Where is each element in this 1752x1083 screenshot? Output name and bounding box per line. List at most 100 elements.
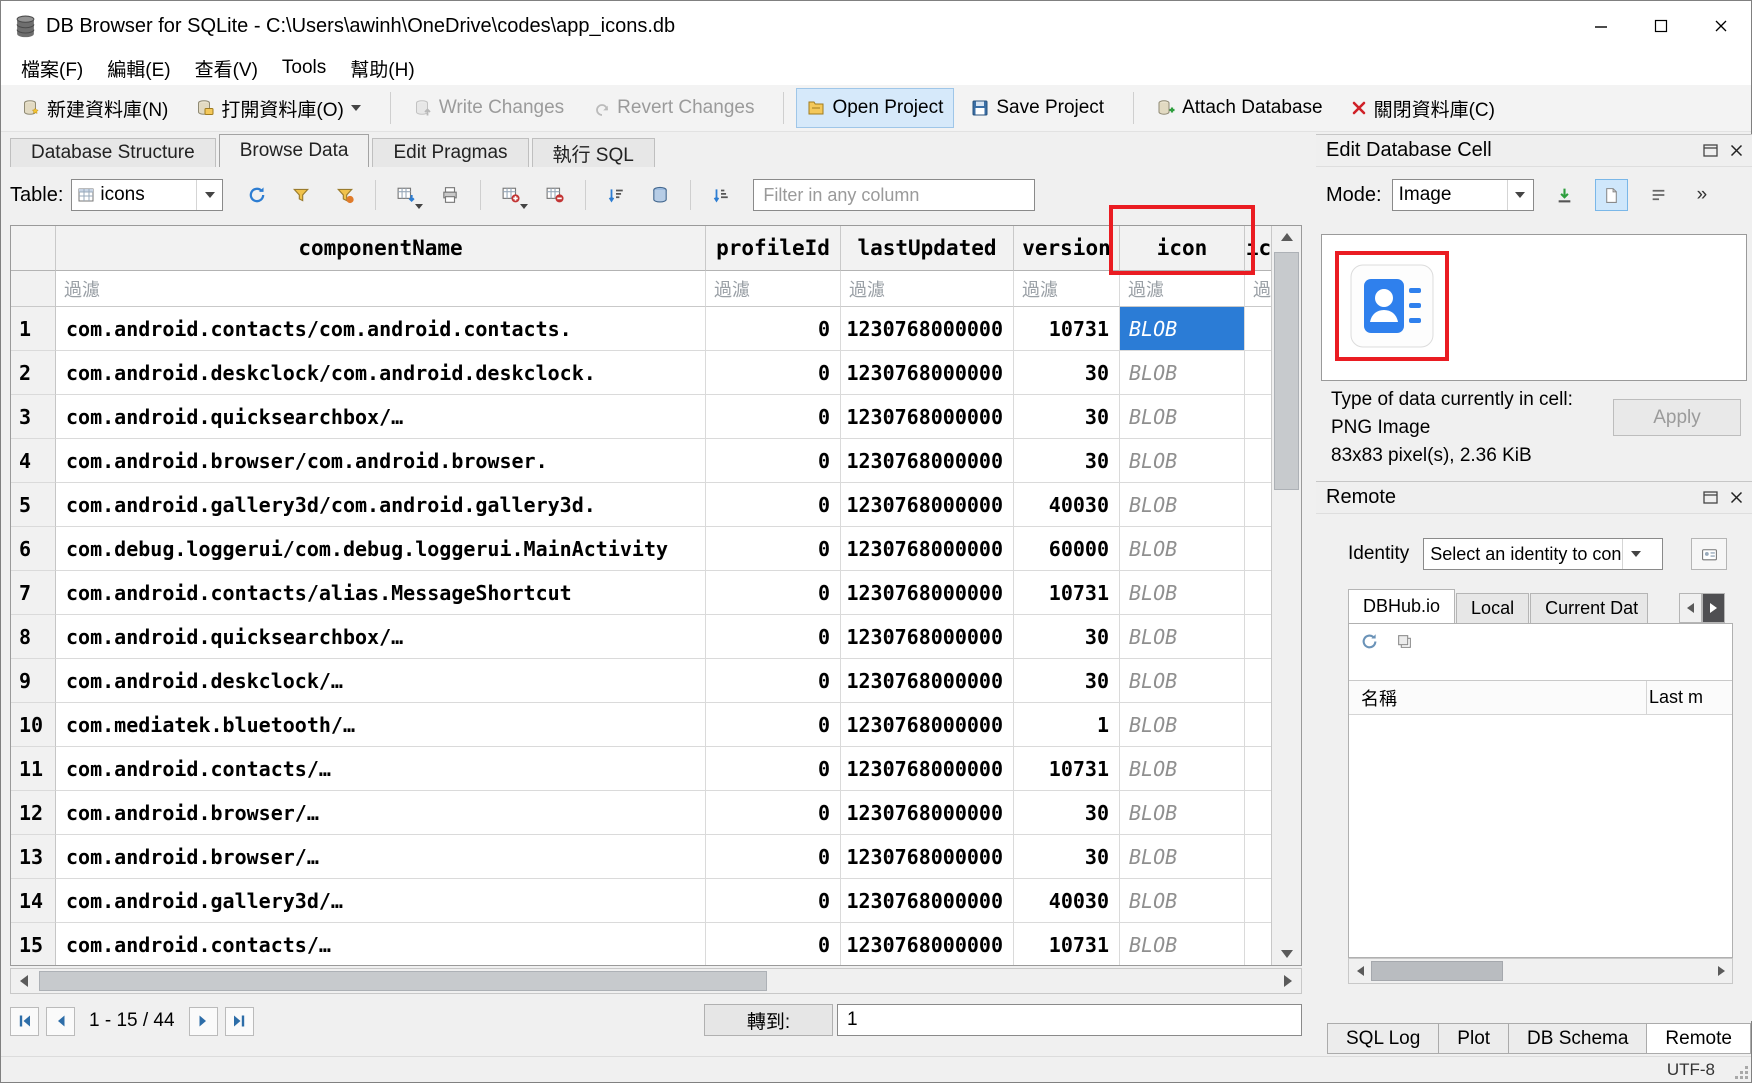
- sort-ascending-button[interactable]: [598, 178, 634, 212]
- remote-last-modified-column-header[interactable]: Last m: [1649, 687, 1732, 708]
- cell-version[interactable]: 10731: [1014, 923, 1120, 965]
- cell-version[interactable]: 10731: [1014, 747, 1120, 791]
- cell-icon[interactable]: BLOB: [1120, 307, 1245, 351]
- filter-any-column-input[interactable]: [753, 179, 1035, 211]
- column-header-componentName[interactable]: componentName: [56, 226, 706, 271]
- remote-tab-dbhub[interactable]: DBHub.io: [1348, 589, 1455, 623]
- more-tools-chevron[interactable]: »: [1697, 184, 1707, 206]
- cell-componentName[interactable]: com.android.contacts/alias.MessageShortc…: [56, 571, 706, 615]
- cell-lastUpdated[interactable]: 1230768000000: [841, 483, 1014, 527]
- cell-componentName[interactable]: com.debug.loggerui/com.debug.loggerui.Ma…: [56, 527, 706, 571]
- remote-clone-icon[interactable]: [1396, 633, 1413, 650]
- cell-profileId[interactable]: 0: [706, 791, 841, 835]
- cell-version[interactable]: 30: [1014, 351, 1120, 395]
- cell-componentName[interactable]: com.android.contacts/…: [56, 923, 706, 965]
- remote-tab-local[interactable]: Local: [1456, 593, 1529, 623]
- cell-componentName[interactable]: com.android.contacts/com.android.contact…: [56, 307, 706, 351]
- float-panel-icon[interactable]: [1703, 144, 1718, 157]
- cell-lastUpdated[interactable]: 1230768000000: [841, 923, 1014, 965]
- cell-componentName[interactable]: com.android.deskclock/…: [56, 659, 706, 703]
- cell-icon[interactable]: BLOB: [1120, 571, 1245, 615]
- remote-scrollbar-thumb[interactable]: [1371, 961, 1503, 981]
- row-number-cell[interactable]: 2: [11, 351, 56, 395]
- scroll-up-arrow[interactable]: [1272, 226, 1301, 248]
- row-number-cell[interactable]: 14: [11, 879, 56, 923]
- save-project-button[interactable]: Save Project: [960, 88, 1115, 128]
- cell-componentName[interactable]: com.android.browser/com.android.browser.: [56, 439, 706, 483]
- apply-button[interactable]: Apply: [1613, 399, 1741, 436]
- cell-profileId[interactable]: 0: [706, 923, 841, 965]
- clear-filters-button[interactable]: [283, 178, 319, 212]
- table-combobox-caret[interactable]: [196, 180, 222, 210]
- row-number-cell[interactable]: 1: [11, 307, 56, 351]
- revert-changes-button[interactable]: Revert Changes: [581, 88, 765, 128]
- cell-icon[interactable]: BLOB: [1120, 747, 1245, 791]
- row-number-cell[interactable]: 6: [11, 527, 56, 571]
- cell-version[interactable]: 30: [1014, 615, 1120, 659]
- cell-profileId[interactable]: 0: [706, 703, 841, 747]
- row-number-cell[interactable]: 11: [11, 747, 56, 791]
- cell-icon[interactable]: BLOB: [1120, 395, 1245, 439]
- cell-lastUpdated[interactable]: 1230768000000: [841, 571, 1014, 615]
- dock-tab-plot[interactable]: Plot: [1438, 1023, 1508, 1054]
- remote-scroll-left-arrow[interactable]: [1349, 959, 1371, 983]
- row-number-cell[interactable]: 7: [11, 571, 56, 615]
- close-database-button[interactable]: 關閉資料庫(C): [1340, 86, 1506, 131]
- next-page-button[interactable]: [189, 1007, 218, 1036]
- row-number-cell[interactable]: 10: [11, 703, 56, 747]
- cell-profileId[interactable]: 0: [706, 879, 841, 923]
- cell-profileId[interactable]: 0: [706, 483, 841, 527]
- cell-version[interactable]: 40030: [1014, 483, 1120, 527]
- refresh-button[interactable]: [239, 178, 275, 212]
- attach-database-button[interactable]: Attach Database: [1146, 88, 1333, 128]
- row-number-cell[interactable]: 13: [11, 835, 56, 879]
- row-number-cell[interactable]: 8: [11, 615, 56, 659]
- cell-lastUpdated[interactable]: 1230768000000: [841, 439, 1014, 483]
- maximize-button[interactable]: [1631, 1, 1691, 51]
- write-changes-button[interactable]: Write Changes: [403, 88, 575, 128]
- goto-record-input[interactable]: [837, 1004, 1302, 1036]
- filter-lastUpdated[interactable]: 過濾: [841, 271, 1014, 307]
- database-view-button[interactable]: [642, 178, 678, 212]
- cell-icon[interactable]: BLOB: [1120, 527, 1245, 571]
- insert-record-caret[interactable]: [520, 204, 528, 209]
- save-table-button[interactable]: [388, 178, 424, 212]
- cell-version[interactable]: 30: [1014, 659, 1120, 703]
- row-number-cell[interactable]: 4: [11, 439, 56, 483]
- tab-execute-sql[interactable]: 執行 SQL: [532, 138, 655, 167]
- row-number-cell[interactable]: 3: [11, 395, 56, 439]
- open-database-dropdown-caret[interactable]: [351, 105, 361, 111]
- vertical-scrollbar-thumb[interactable]: [1274, 252, 1299, 490]
- row-number-cell[interactable]: 12: [11, 791, 56, 835]
- cell-profileId[interactable]: 0: [706, 615, 841, 659]
- cell-version[interactable]: 1: [1014, 703, 1120, 747]
- insert-record-button[interactable]: [493, 178, 529, 212]
- table-combobox[interactable]: icons: [71, 179, 223, 211]
- tab-edit-pragmas[interactable]: Edit Pragmas: [372, 138, 528, 167]
- identity-combobox-caret[interactable]: [1622, 539, 1648, 569]
- cell-profileId[interactable]: 0: [706, 395, 841, 439]
- previous-page-button[interactable]: [46, 1007, 75, 1036]
- identity-file-button[interactable]: [1691, 538, 1727, 570]
- import-data-button[interactable]: [1548, 179, 1581, 211]
- word-wrap-button[interactable]: [1642, 179, 1675, 211]
- menu-item[interactable]: Tools: [270, 51, 338, 85]
- cell-lastUpdated[interactable]: 1230768000000: [841, 615, 1014, 659]
- menu-item[interactable]: 檔案(F): [9, 51, 95, 85]
- mode-combobox-caret[interactable]: [1507, 180, 1533, 210]
- column-header-lastUpdated[interactable]: lastUpdated: [841, 226, 1014, 271]
- cell-icon[interactable]: BLOB: [1120, 659, 1245, 703]
- dock-tab-sql-log[interactable]: SQL Log: [1327, 1023, 1438, 1054]
- cell-profileId[interactable]: 0: [706, 571, 841, 615]
- cell-profileId[interactable]: 0: [706, 747, 841, 791]
- filter-profileId[interactable]: 過濾: [706, 271, 841, 307]
- cell-version[interactable]: 40030: [1014, 879, 1120, 923]
- menu-item[interactable]: 查看(V): [183, 51, 270, 85]
- cell-version[interactable]: 30: [1014, 439, 1120, 483]
- cell-version[interactable]: 30: [1014, 395, 1120, 439]
- cell-componentName[interactable]: com.android.browser/…: [56, 835, 706, 879]
- remote-refresh-icon[interactable]: [1361, 633, 1378, 650]
- tab-scroll-left-button[interactable]: [1679, 593, 1702, 623]
- filter-partial[interactable]: 過濾: [1245, 271, 1271, 307]
- close-button[interactable]: [1691, 1, 1751, 51]
